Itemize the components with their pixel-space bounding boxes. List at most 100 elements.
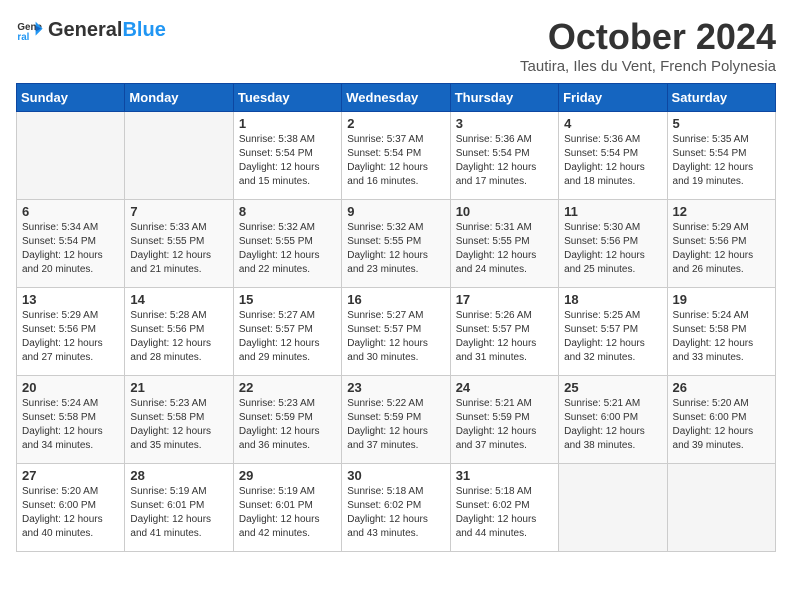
logo-general: General bbox=[48, 19, 122, 42]
daylight-hours: Daylight: 12 hours and 20 minutes. bbox=[22, 249, 119, 277]
day-info: Sunrise: 5:33 AMSunset: 5:55 PMDaylight:… bbox=[130, 221, 227, 277]
day-number: 11 bbox=[564, 204, 661, 219]
logo-icon: Gene ral bbox=[16, 16, 44, 44]
day-info: Sunrise: 5:20 AMSunset: 6:00 PMDaylight:… bbox=[673, 397, 770, 453]
calendar-cell: 7Sunrise: 5:33 AMSunset: 5:55 PMDaylight… bbox=[125, 200, 233, 288]
daylight-hours: Daylight: 12 hours and 24 minutes. bbox=[456, 249, 553, 277]
sunset-time: Sunset: 5:54 PM bbox=[456, 147, 553, 161]
calendar-cell: 30Sunrise: 5:18 AMSunset: 6:02 PMDayligh… bbox=[342, 464, 450, 552]
calendar-cell: 26 Sunrise: 5:20 AMSunset: 6:00 PMDayligh… bbox=[667, 376, 775, 464]
calendar-week-2: 6Sunrise: 5:34 AMSunset: 5:54 PMDaylight… bbox=[17, 200, 776, 288]
day-info: Sunrise: 5:18 AMSunset: 6:02 PMDaylight:… bbox=[456, 485, 553, 541]
daylight-hours: Daylight: 12 hours and 40 minutes. bbox=[22, 513, 119, 541]
day-number: 30 bbox=[347, 468, 444, 483]
sunset-time: Sunset: 6:01 PM bbox=[239, 499, 336, 513]
sunset-time: Sunset: 5:54 PM bbox=[239, 147, 336, 161]
day-info: Sunrise: 5:22 AMSunset: 5:59 PMDaylight:… bbox=[347, 397, 444, 453]
day-number: 25 bbox=[564, 380, 661, 395]
day-number: 14 bbox=[130, 292, 227, 307]
sunrise-time: Sunrise: 5:29 AM bbox=[22, 309, 119, 323]
sunset-time: Sunset: 5:55 PM bbox=[347, 235, 444, 249]
sunrise-time: Sunrise: 5:38 AM bbox=[239, 133, 336, 147]
daylight-hours: Daylight: 12 hours and 31 minutes. bbox=[456, 337, 553, 365]
sunset-time: Sunset: 5:57 PM bbox=[239, 323, 336, 337]
sunrise-time: Sunrise: 5:19 AM bbox=[130, 485, 227, 499]
sunset-time: Sunset: 6:01 PM bbox=[130, 499, 227, 513]
sunrise-time: Sunrise: 5:22 AM bbox=[347, 397, 444, 411]
sunset-time: Sunset: 5:58 PM bbox=[130, 411, 227, 425]
daylight-hours: Daylight: 12 hours and 26 minutes. bbox=[673, 249, 770, 277]
daylight-hours: Daylight: 12 hours and 29 minutes. bbox=[239, 337, 336, 365]
sunrise-time: Sunrise: 5:24 AM bbox=[22, 397, 119, 411]
sunset-time: Sunset: 5:58 PM bbox=[673, 323, 770, 337]
calendar-week-3: 13 Sunrise: 5:29 AMSunset: 5:56 PM Dayligh… bbox=[17, 288, 776, 376]
calendar-cell: 28Sunrise: 5:19 AMSunset: 6:01 PMDayligh… bbox=[125, 464, 233, 552]
calendar-cell: 1Sunrise: 5:38 AMSunset: 5:54 PMDaylight… bbox=[233, 112, 341, 200]
calendar-cell: 3Sunrise: 5:36 AMSunset: 5:54 PMDaylight… bbox=[450, 112, 558, 200]
daylight-hours: Daylight: 12 hours and 34 minutes. bbox=[22, 425, 119, 453]
day-number: 9 bbox=[347, 204, 444, 219]
day-number: 8 bbox=[239, 204, 336, 219]
calendar-week-5: 27Sunrise: 5:20 AMSunset: 6:00 PMDayligh… bbox=[17, 464, 776, 552]
sunrise-time: Sunrise: 5:18 AM bbox=[347, 485, 444, 499]
daylight-hours: Daylight: 12 hours and 22 minutes. bbox=[239, 249, 336, 277]
day-number: 15 bbox=[239, 292, 336, 307]
sunrise-time: Sunrise: 5:34 AM bbox=[22, 221, 119, 235]
daylight-hours: Daylight: 12 hours and 44 minutes. bbox=[456, 513, 553, 541]
calendar-cell: 15 Sunrise: 5:27 AMSunset: 5:57 PMDayligh… bbox=[233, 288, 341, 376]
sunrise-time: Sunrise: 5:23 AM bbox=[130, 397, 227, 411]
sunset-time: Sunset: 6:02 PM bbox=[347, 499, 444, 513]
sunset-time: Sunset: 6:00 PM bbox=[22, 499, 119, 513]
calendar-cell: 21Sunrise: 5:23 AMSunset: 5:58 PMDayligh… bbox=[125, 376, 233, 464]
day-header-friday: Friday bbox=[559, 84, 667, 112]
sunrise-time: Sunrise: 5:24 AM bbox=[673, 309, 770, 323]
sunset-time: Sunset: 5:54 PM bbox=[22, 235, 119, 249]
daylight-hours: Daylight: 12 hours and 19 minutes. bbox=[673, 161, 770, 189]
calendar-week-1: 1Sunrise: 5:38 AMSunset: 5:54 PMDaylight… bbox=[17, 112, 776, 200]
calendar-cell: 8Sunrise: 5:32 AMSunset: 5:55 PMDaylight… bbox=[233, 200, 341, 288]
day-number: 22 bbox=[239, 380, 336, 395]
calendar-cell: 22 Sunrise: 5:23 AMSunset: 5:59 PMDayligh… bbox=[233, 376, 341, 464]
sunset-time: Sunset: 5:55 PM bbox=[239, 235, 336, 249]
calendar-cell: 19Sunrise: 5:24 AMSunset: 5:58 PMDayligh… bbox=[667, 288, 775, 376]
sunrise-time: Sunrise: 5:27 AM bbox=[239, 309, 336, 323]
day-number: 20 bbox=[22, 380, 119, 395]
calendar-week-4: 20Sunrise: 5:24 AMSunset: 5:58 PMDayligh… bbox=[17, 376, 776, 464]
day-number: 16 bbox=[347, 292, 444, 307]
sunset-time: Sunset: 5:56 PM bbox=[22, 323, 119, 337]
day-number: 12 bbox=[673, 204, 770, 219]
title-block: October 2024 Tautira, Iles du Vent, Fren… bbox=[520, 16, 776, 75]
day-number: 26 bbox=[673, 380, 770, 395]
sunset-time: Sunset: 6:02 PM bbox=[456, 499, 553, 513]
daylight-hours: Daylight: 12 hours and 35 minutes. bbox=[130, 425, 227, 453]
sunset-time: Sunset: 5:56 PM bbox=[673, 235, 770, 249]
calendar-table: SundayMondayTuesdayWednesdayThursdayFrid… bbox=[16, 83, 776, 552]
calendar-cell: 18Sunrise: 5:25 AMSunset: 5:57 PMDayligh… bbox=[559, 288, 667, 376]
calendar-cell: 17Sunrise: 5:26 AMSunset: 5:57 PMDayligh… bbox=[450, 288, 558, 376]
daylight-hours: Daylight: 12 hours and 42 minutes. bbox=[239, 513, 336, 541]
daylight-hours: Daylight: 12 hours and 28 minutes. bbox=[130, 337, 227, 365]
daylight-hours: Daylight: 12 hours and 37 minutes. bbox=[347, 425, 444, 453]
day-number: 17 bbox=[456, 292, 553, 307]
calendar-cell: 5Sunrise: 5:35 AMSunset: 5:54 PMDaylight… bbox=[667, 112, 775, 200]
sunrise-time: Sunrise: 5:32 AM bbox=[347, 221, 444, 235]
daylight-hours: Daylight: 12 hours and 18 minutes. bbox=[564, 161, 661, 189]
day-info: Sunrise: 5:35 AMSunset: 5:54 PMDaylight:… bbox=[673, 133, 770, 189]
sunrise-time: Sunrise: 5:29 AM bbox=[673, 221, 770, 235]
calendar-cell bbox=[125, 112, 233, 200]
sunset-time: Sunset: 5:59 PM bbox=[456, 411, 553, 425]
daylight-hours: Daylight: 12 hours and 21 minutes. bbox=[130, 249, 227, 277]
day-info: Sunrise: 5:29 AMSunset: 5:56 PMDaylight:… bbox=[673, 221, 770, 277]
day-info: Sunrise: 5:20 AMSunset: 6:00 PMDaylight:… bbox=[22, 485, 119, 541]
day-info: Sunrise: 5:23 AMSunset: 5:59 PMDaylight:… bbox=[239, 397, 336, 453]
daylight-hours: Daylight: 12 hours and 15 minutes. bbox=[239, 161, 336, 189]
sunrise-time: Sunrise: 5:30 AM bbox=[564, 221, 661, 235]
day-info: Sunrise: 5:28 AMSunset: 5:56 PMDaylight:… bbox=[130, 309, 227, 365]
daylight-hours: Daylight: 12 hours and 32 minutes. bbox=[564, 337, 661, 365]
sunrise-time: Sunrise: 5:35 AM bbox=[673, 133, 770, 147]
day-header-thursday: Thursday bbox=[450, 84, 558, 112]
month-title: October 2024 bbox=[520, 16, 776, 58]
sunset-time: Sunset: 5:55 PM bbox=[130, 235, 227, 249]
sunrise-time: Sunrise: 5:36 AM bbox=[564, 133, 661, 147]
day-number: 13 bbox=[22, 292, 119, 307]
